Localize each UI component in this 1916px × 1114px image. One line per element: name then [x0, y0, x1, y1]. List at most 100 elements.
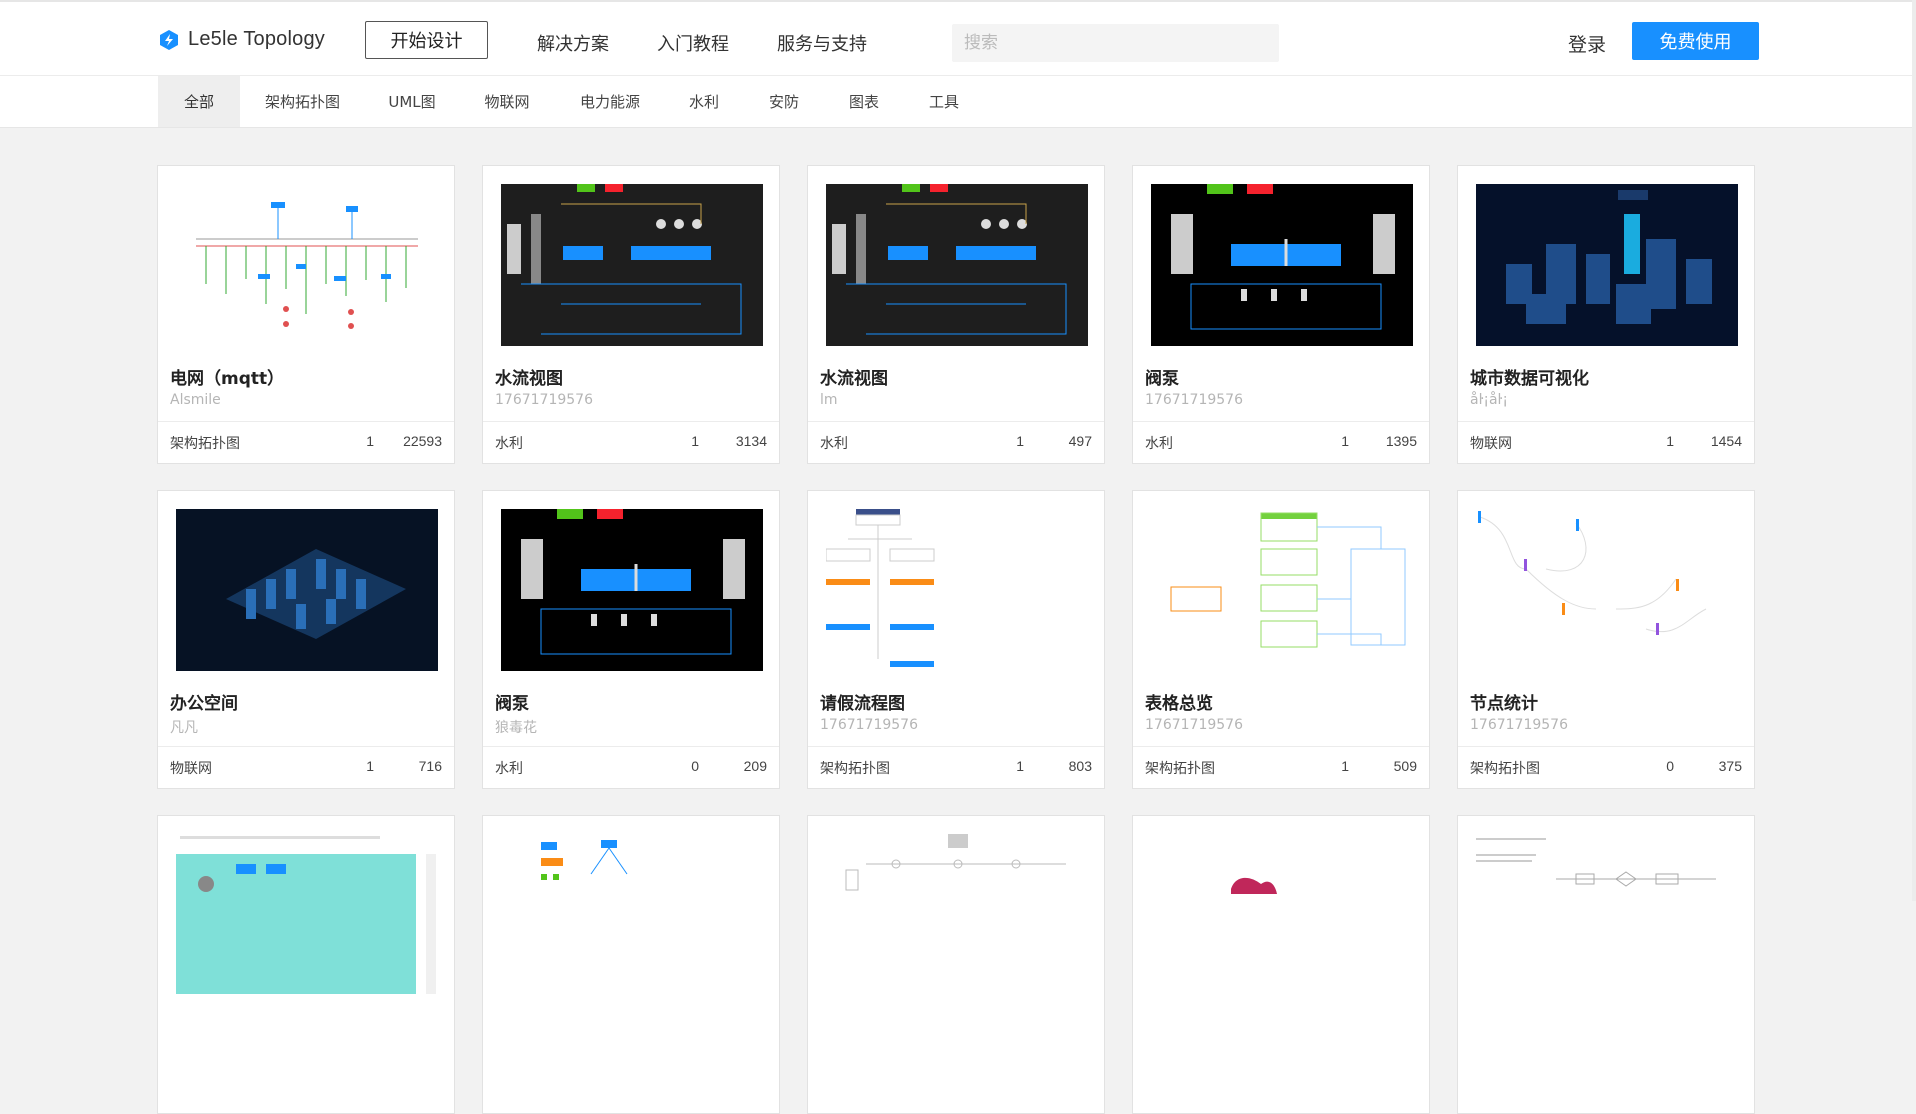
card-author: åŀ¡åŀ¡ — [1470, 392, 1508, 408]
card-category: 水利 — [495, 436, 523, 452]
template-card[interactable]: 办公空间 凡凡 物联网 1 716 — [157, 490, 455, 789]
card-views: 22593 — [403, 433, 442, 449]
template-card[interactable]: 城市数据可视化 åŀ¡åŀ¡ 物联网 1 1454 — [1457, 165, 1755, 464]
scrollbar[interactable] — [1912, 0, 1916, 901]
template-card[interactable]: 表格总览 17671719576 架构拓扑图 1 509 — [1132, 490, 1430, 789]
thumbnail-leave-flowchart — [826, 509, 1088, 671]
thumbnail-power-grid — [176, 184, 438, 346]
card-title[interactable]: 请假流程图 — [820, 689, 905, 714]
card-author: 17671719576 — [1145, 717, 1243, 733]
card-views: 497 — [1068, 433, 1092, 449]
template-card[interactable] — [482, 815, 780, 1114]
card-views: 375 — [1718, 758, 1742, 774]
category-tab-all[interactable]: 全部 — [158, 76, 240, 127]
card-views: 1395 — [1385, 433, 1417, 449]
card-views: 716 — [418, 758, 442, 774]
card-footer: 水利 1 497 — [808, 421, 1104, 463]
category-bar: 全部 架构拓扑图 UML图 物联网 电力能源 水利 安防 图表 工具 — [0, 76, 1916, 128]
card-views: 803 — [1068, 758, 1092, 774]
card-author: 17671719576 — [1470, 717, 1568, 733]
card-title[interactable]: 电网（mqtt） — [170, 364, 284, 389]
login-link[interactable]: 登录 — [1568, 30, 1606, 57]
template-card[interactable] — [807, 815, 1105, 1114]
category-tab-iot[interactable]: 物联网 — [474, 76, 540, 127]
card-author: Alsmile — [170, 392, 221, 408]
card-views: 209 — [743, 758, 767, 774]
search-input[interactable] — [952, 24, 1279, 62]
card-title[interactable]: 城市数据可视化 — [1470, 364, 1589, 389]
template-card[interactable]: 请假流程图 17671719576 架构拓扑图 1 803 — [807, 490, 1105, 789]
category-tab-security[interactable]: 安防 — [755, 76, 813, 127]
template-card[interactable] — [1457, 815, 1755, 1114]
thumbnail-table-overview — [1151, 509, 1413, 671]
free-use-button[interactable]: 免费使用 — [1632, 22, 1759, 60]
template-card[interactable]: 阀泵 17671719576 水利 1 1395 — [1132, 165, 1430, 464]
category-tab-power[interactable]: 电力能源 — [567, 76, 653, 127]
card-author: 凡凡 — [170, 720, 198, 736]
template-card[interactable] — [1132, 815, 1430, 1114]
card-author: 17671719576 — [1145, 392, 1243, 408]
thumbnail-red-shape — [1151, 834, 1413, 996]
card-title[interactable]: 表格总览 — [1145, 689, 1213, 714]
card-author: 狼毒花 — [495, 720, 537, 736]
thumbnail-water-flow — [501, 184, 763, 346]
card-author: 17671719576 — [495, 392, 593, 408]
card-views: 509 — [1393, 758, 1417, 774]
card-likes: 1 — [1341, 433, 1349, 449]
template-card[interactable]: 阀泵 狼毒花 水利 0 209 — [482, 490, 780, 789]
thumbnail-office-space — [176, 509, 438, 671]
category-tab-architecture[interactable]: 架构拓扑图 — [255, 76, 350, 127]
card-footer: 架构拓扑图 1 803 — [808, 746, 1104, 788]
card-footer: 架构拓扑图 0 375 — [1458, 746, 1754, 788]
category-tab-tools[interactable]: 工具 — [915, 76, 973, 127]
thumbnail-water-flow — [826, 184, 1088, 346]
nav-solutions[interactable]: 解决方案 — [537, 30, 609, 56]
card-likes: 0 — [1666, 758, 1674, 774]
template-card[interactable] — [157, 815, 455, 1114]
card-category: 水利 — [1145, 436, 1173, 452]
card-category: 物联网 — [170, 761, 212, 777]
card-title[interactable]: 阀泵 — [1145, 364, 1179, 389]
thumbnail-valve-pump — [1151, 184, 1413, 346]
card-footer: 架构拓扑图 1 22593 — [158, 421, 454, 463]
card-title[interactable]: 节点统计 — [1470, 689, 1538, 714]
logo-text: Le5le Topology — [188, 28, 325, 50]
card-footer: 水利 1 3134 — [483, 421, 779, 463]
category-tab-water[interactable]: 水利 — [675, 76, 733, 127]
card-category: 架构拓扑图 — [1145, 761, 1215, 777]
card-title[interactable]: 水流视图 — [495, 364, 563, 389]
card-author: 17671719576 — [820, 717, 918, 733]
card-likes: 1 — [366, 433, 374, 449]
template-card[interactable]: 电网（mqtt） Alsmile 架构拓扑图 1 22593 — [157, 165, 455, 464]
card-footer: 物联网 1 1454 — [1458, 421, 1754, 463]
card-title[interactable]: 水流视图 — [820, 364, 888, 389]
card-title[interactable]: 办公空间 — [170, 689, 238, 714]
template-card[interactable]: 水流视图 17671719576 水利 1 3134 — [482, 165, 780, 464]
logo-icon — [160, 29, 178, 50]
template-card[interactable]: 水流视图 lm 水利 1 497 — [807, 165, 1105, 464]
card-category: 水利 — [495, 761, 523, 777]
nav-tutorials[interactable]: 入门教程 — [657, 30, 729, 56]
template-card[interactable]: 节点统计 17671719576 架构拓扑图 0 375 — [1457, 490, 1755, 789]
thumbnail-network-topology — [501, 834, 763, 996]
category-tab-charts[interactable]: 图表 — [835, 76, 893, 127]
card-likes: 1 — [1666, 433, 1674, 449]
start-design-button[interactable]: 开始设计 — [365, 21, 488, 59]
card-likes: 0 — [691, 758, 699, 774]
card-category: 水利 — [820, 436, 848, 452]
card-category: 架构拓扑图 — [1470, 761, 1540, 777]
card-likes: 1 — [1016, 758, 1024, 774]
thumbnail-flowchart-light — [1476, 834, 1738, 996]
category-tab-uml[interactable]: UML图 — [375, 76, 449, 127]
card-title[interactable]: 阀泵 — [495, 689, 529, 714]
card-footer: 物联网 1 716 — [158, 746, 454, 788]
card-likes: 1 — [1016, 433, 1024, 449]
card-category: 架构拓扑图 — [170, 436, 240, 452]
thumbnail-node-stats — [1476, 509, 1738, 671]
card-category: 架构拓扑图 — [820, 761, 890, 777]
card-footer: 水利 0 209 — [483, 746, 779, 788]
nav-support[interactable]: 服务与支持 — [777, 30, 867, 56]
card-likes: 1 — [366, 758, 374, 774]
logo[interactable]: Le5le Topology — [158, 28, 325, 51]
thumbnail-teal-panel — [176, 834, 438, 996]
